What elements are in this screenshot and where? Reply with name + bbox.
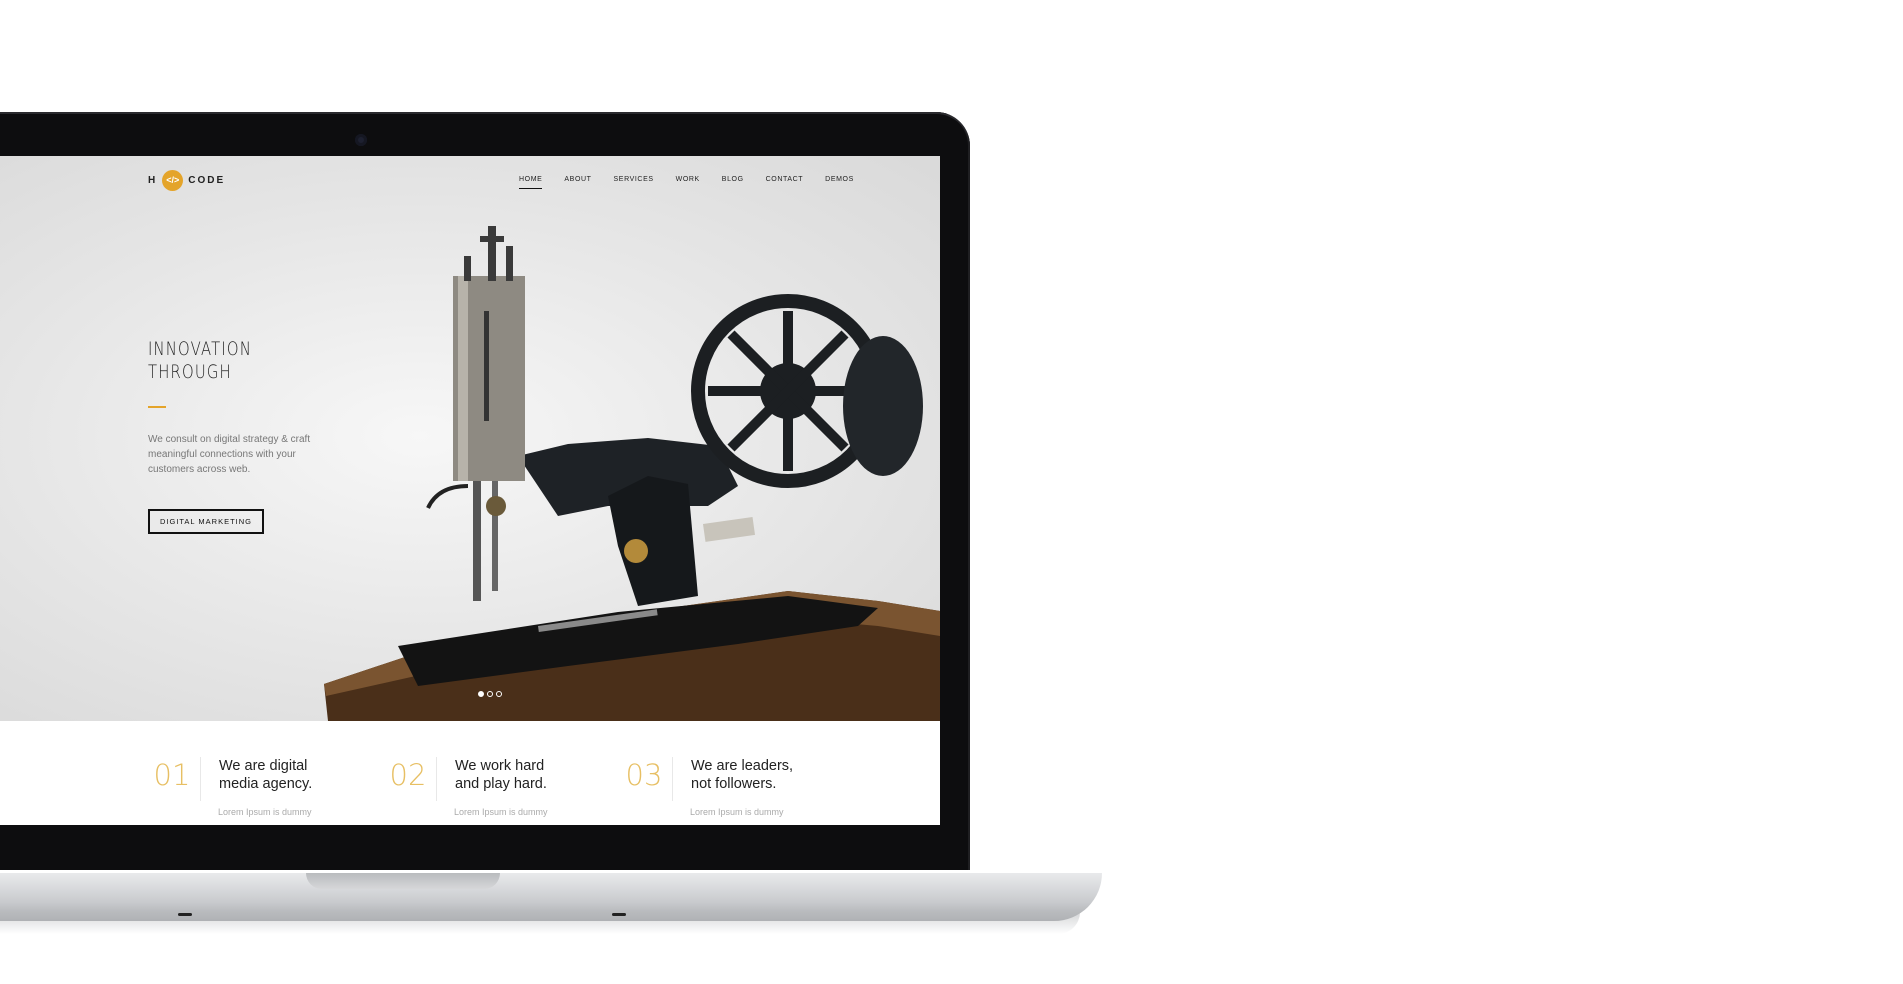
features-section: 01 We are digital media agency. Lorem Ip… xyxy=(0,721,940,825)
accent-divider xyxy=(148,406,166,408)
feature-subtitle: Lorem Ipsum is dummy xyxy=(454,807,548,817)
nav-item-home[interactable]: HOME xyxy=(508,176,553,189)
feature-title: We are leaders, not followers. xyxy=(691,758,794,792)
slider-dot[interactable] xyxy=(478,691,484,697)
nav-item-work[interactable]: WORK xyxy=(665,176,711,183)
nav-item-services[interactable]: SERVICES xyxy=(603,176,665,183)
hero-headline-line2: THROUGH xyxy=(148,361,232,383)
feature-subtitle: Lorem Ipsum is dummy xyxy=(690,807,784,817)
laptop-screen: H </> CODE HOME ABOUT SERVICES WORK BLOG… xyxy=(0,156,940,825)
logo-right-text: CODE xyxy=(188,174,226,186)
hero-headline-line1: INNOVATION xyxy=(148,338,253,360)
main-nav: HOME ABOUT SERVICES WORK BLOG CONTACT DE… xyxy=(508,176,865,189)
hero-section: H </> CODE HOME ABOUT SERVICES WORK BLOG… xyxy=(0,156,940,721)
feature-title: We are digital media agency. xyxy=(219,758,313,792)
hero-tagline: We consult on digital strategy & craft m… xyxy=(148,434,311,475)
laptop-notch xyxy=(306,873,500,889)
nav-item-contact[interactable]: CONTACT xyxy=(755,176,815,183)
slider-dot[interactable] xyxy=(487,691,493,697)
laptop-shadow xyxy=(0,912,1080,934)
logo-left-text: H xyxy=(148,174,158,186)
feature-item: 02 We work hard and play hard. Lorem Ips… xyxy=(380,757,565,817)
laptop-foot xyxy=(612,913,626,916)
feature-subtitle: Lorem Ipsum is dummy xyxy=(218,807,312,817)
feature-item: 03 We are leaders, not followers. Lorem … xyxy=(616,757,801,817)
slider-dots xyxy=(478,691,502,697)
feature-number: 02 xyxy=(380,757,437,801)
feature-number: 03 xyxy=(616,757,673,801)
nav-item-blog[interactable]: BLOG xyxy=(711,176,755,183)
feature-title: We work hard and play hard. xyxy=(455,758,547,792)
site-logo[interactable]: H </> CODE xyxy=(148,169,225,191)
nav-item-about[interactable]: ABOUT xyxy=(553,176,602,183)
sewing-machine-image xyxy=(324,226,940,721)
slider-dot[interactable] xyxy=(496,691,502,697)
laptop-foot xyxy=(178,913,192,916)
feature-item: 01 We are digital media agency. Lorem Ip… xyxy=(144,757,329,817)
feature-number: 01 xyxy=(144,757,201,801)
nav-item-demos[interactable]: DEMOS xyxy=(814,176,865,183)
webcam-icon xyxy=(355,134,367,146)
digital-marketing-button[interactable]: DIGITAL MARKETING xyxy=(148,509,264,534)
code-icon: </> xyxy=(162,169,184,191)
